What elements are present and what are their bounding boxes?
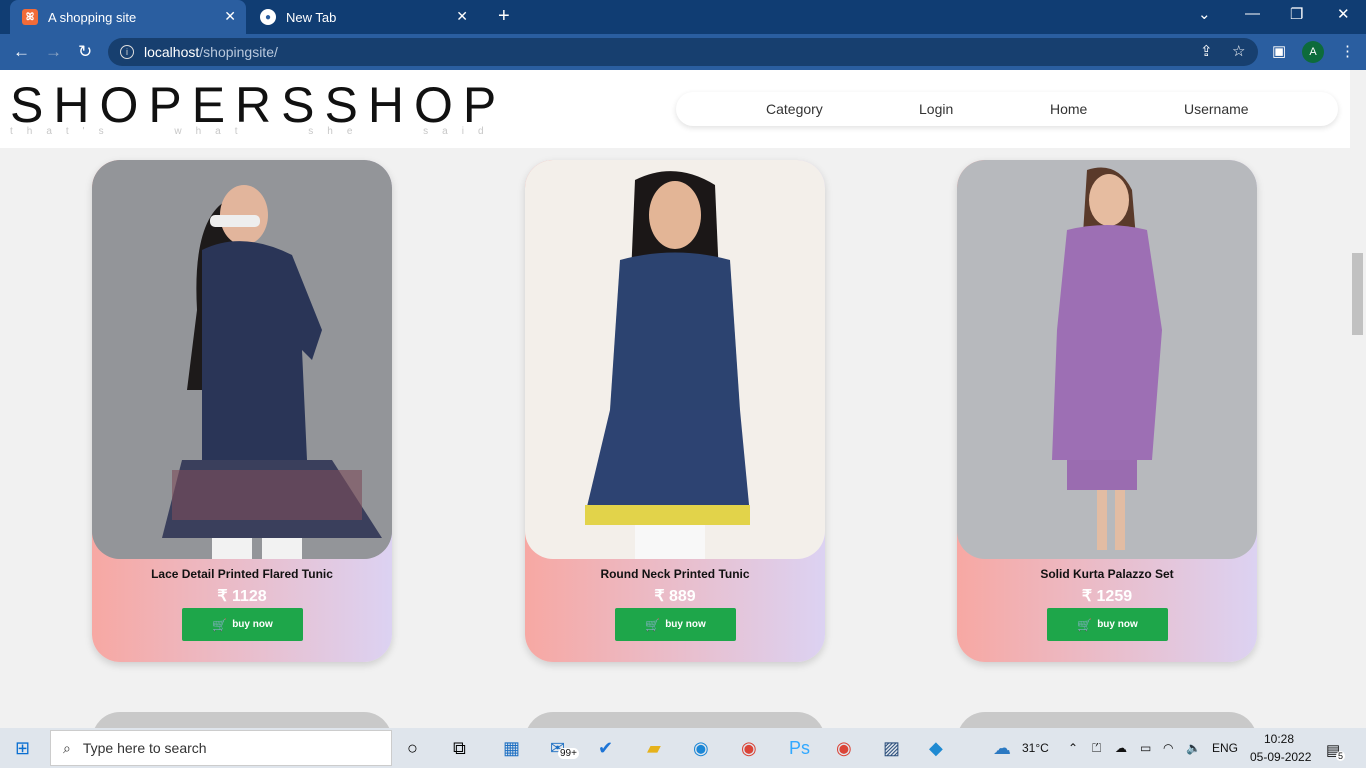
tab-shopping-site[interactable]: ꕤ A shopping site ✕ — [10, 0, 246, 34]
task-view-icon[interactable]: ⧉ — [453, 738, 466, 759]
file-explorer-icon[interactable]: ▰ — [647, 738, 661, 759]
address-bar-row: ← → ↻ i localhost /shopingsite/ ⇪ ☆ ▣ ⋮ — [0, 34, 1366, 70]
url-path: /shopingsite/ — [199, 44, 278, 60]
url-host: localhost — [144, 44, 200, 60]
star-icon[interactable]: ☆ — [1232, 42, 1245, 60]
chevron-down-icon[interactable]: ⌄ — [1198, 5, 1211, 23]
buy-now-label: buy now — [232, 619, 273, 630]
address-input[interactable]: i localhost /shopingsite/ — [108, 38, 1258, 66]
buy-now-button[interactable]: 🛒 buy now — [615, 608, 736, 641]
store-icon[interactable]: ▦ — [503, 738, 520, 759]
tray-cloud-icon[interactable]: ☁ — [1115, 741, 1127, 755]
show-hidden-icons-icon[interactable]: ⌃ — [1068, 741, 1078, 755]
product-card-partial[interactable] — [957, 712, 1257, 728]
menu-icon[interactable]: ⋮ — [1340, 42, 1355, 60]
browser-chrome: ꕤ A shopping site ✕ ● New Tab ✕ + ⌄ — ❐ … — [0, 0, 1366, 70]
product-image[interactable] — [92, 160, 392, 559]
close-window-icon[interactable]: ✕ — [1337, 5, 1350, 23]
product-card-partial[interactable] — [525, 712, 825, 728]
side-panel-icon[interactable]: ▣ — [1272, 42, 1286, 60]
tab-bar: ꕤ A shopping site ✕ ● New Tab ✕ + ⌄ — ❐ … — [0, 0, 1366, 34]
product-title: Solid Kurta Palazzo Set — [1040, 567, 1174, 581]
weather-icon[interactable]: ☁ — [993, 738, 1011, 759]
site-tagline: that's what she said — [10, 126, 498, 137]
forward-icon[interactable]: → — [45, 42, 62, 62]
back-icon[interactable]: ← — [13, 42, 30, 62]
tab-label: New Tab — [286, 9, 337, 25]
volume-icon[interactable]: 🔈 — [1186, 741, 1201, 755]
notifications-badge: 5 — [1336, 751, 1346, 761]
product-card: Round Neck Printed Tunic ₹ 889 🛒 buy now — [525, 160, 825, 662]
taskbar-search-input[interactable]: ⌕ Type here to search — [50, 730, 392, 766]
tab-new-tab[interactable]: ● New Tab ✕ — [248, 0, 478, 34]
search-placeholder: Type here to search — [82, 740, 207, 756]
nav-category[interactable]: Category — [766, 101, 823, 117]
product-title: Lace Detail Printed Flared Tunic — [151, 567, 333, 581]
xampp-icon: ꕤ — [22, 9, 38, 25]
temperature[interactable]: 31°C — [1022, 741, 1049, 755]
product-image[interactable] — [957, 160, 1257, 559]
tray-device-icon[interactable]: ⏍ — [1092, 741, 1101, 756]
reload-icon[interactable]: ↻ — [78, 42, 92, 62]
restore-icon[interactable]: ❐ — [1290, 5, 1303, 23]
minimize-icon[interactable]: — — [1245, 5, 1260, 22]
product-price: ₹ 1259 — [1081, 588, 1133, 605]
info-icon[interactable]: i — [120, 45, 134, 59]
site-nav: Category Login Home Username — [676, 92, 1338, 126]
chrome-profile-icon[interactable]: ◉ — [836, 738, 852, 759]
clock-date[interactable]: 05-09-2022 — [1250, 750, 1311, 764]
chrome-icon: ● — [260, 9, 276, 25]
profile-avatar[interactable]: A — [1302, 41, 1324, 63]
windows-start-icon[interactable]: ⊞ — [15, 738, 30, 759]
mail-badge: 99+ — [558, 748, 579, 759]
cart-icon: 🛒 — [1077, 617, 1093, 632]
new-tab-icon[interactable]: + — [498, 5, 510, 28]
cart-icon: 🛒 — [645, 617, 661, 632]
cortana-icon[interactable]: ○ — [407, 738, 418, 759]
buy-now-button[interactable]: 🛒 buy now — [1047, 608, 1168, 641]
nav-home[interactable]: Home — [1050, 101, 1087, 117]
language-indicator[interactable]: ENG — [1212, 741, 1238, 755]
edge-icon[interactable]: ◉ — [693, 738, 709, 759]
todo-icon[interactable]: ✔ — [598, 738, 613, 759]
product-price: ₹ 889 — [654, 588, 696, 605]
buy-now-button[interactable]: 🛒 buy now — [182, 608, 303, 641]
tab-label: A shopping site — [48, 9, 137, 25]
clock-time[interactable]: 10:28 — [1264, 732, 1294, 746]
photoshop-icon[interactable]: Ps — [789, 738, 810, 759]
close-tab-icon[interactable]: ✕ — [456, 8, 468, 25]
wifi-icon[interactable]: ◠ — [1163, 741, 1173, 755]
close-tab-icon[interactable]: ✕ — [224, 8, 236, 25]
product-image[interactable] — [525, 160, 825, 559]
product-card: Lace Detail Printed Flared Tunic ₹ 1128 … — [92, 160, 392, 662]
chrome-icon[interactable]: ◉ — [741, 738, 757, 759]
page-viewport: SHOPERSSHOP that's what she said Categor… — [0, 70, 1350, 728]
nav-login[interactable]: Login — [919, 101, 953, 117]
scrollbar-thumb[interactable] — [1352, 253, 1363, 335]
vscode-icon[interactable]: ◆ — [929, 738, 943, 759]
product-card-partial[interactable] — [92, 712, 392, 728]
battery-icon[interactable]: ▭ — [1140, 741, 1151, 755]
share-icon[interactable]: ⇪ — [1200, 42, 1213, 60]
buy-now-label: buy now — [665, 619, 706, 630]
product-card: Solid Kurta Palazzo Set ₹ 1259 🛒 buy now — [957, 160, 1257, 662]
product-title: Round Neck Printed Tunic — [600, 567, 750, 581]
cart-icon: 🛒 — [212, 617, 228, 632]
search-icon: ⌕ — [63, 739, 71, 756]
buy-now-label: buy now — [1097, 619, 1138, 630]
mysql-workbench-icon[interactable]: ▨ — [883, 738, 900, 759]
site-header: SHOPERSSHOP that's what she said Categor… — [0, 70, 1350, 148]
page-scrollbar[interactable] — [1350, 70, 1366, 728]
nav-username[interactable]: Username — [1184, 101, 1249, 117]
product-price: ₹ 1128 — [217, 588, 267, 605]
